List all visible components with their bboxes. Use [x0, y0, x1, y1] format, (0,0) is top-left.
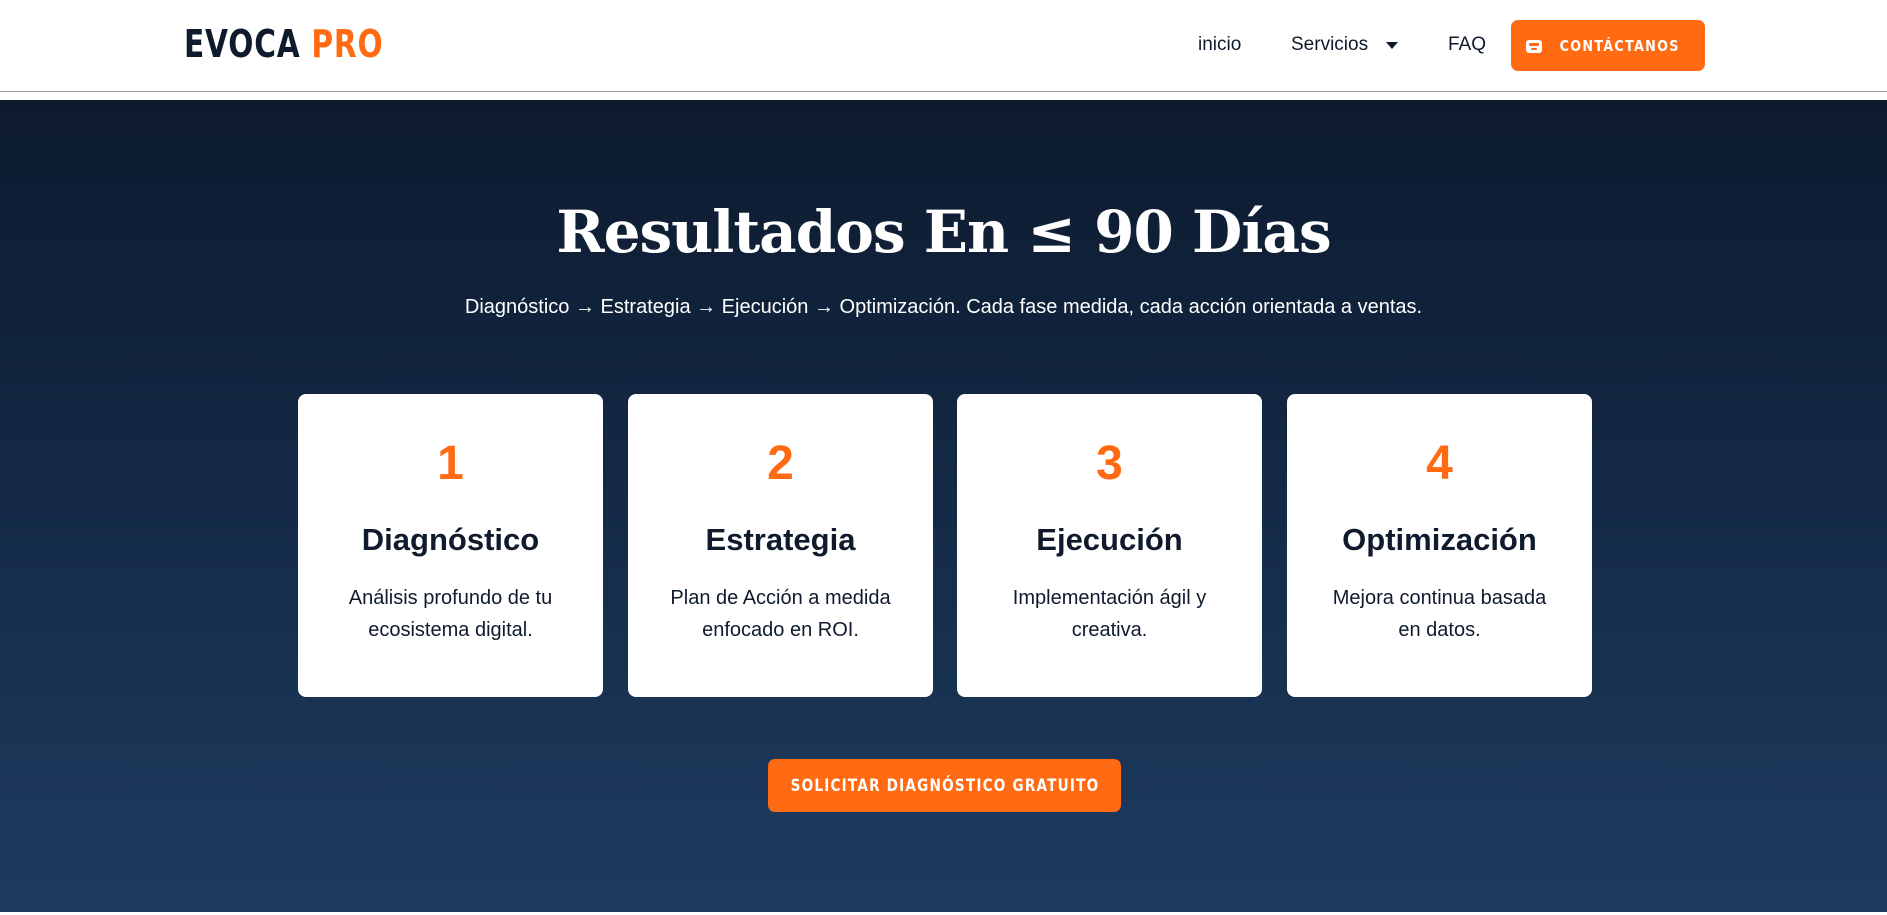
step-title: Ejecución — [1036, 522, 1183, 557]
step-number: 4 — [1426, 437, 1453, 490]
hero-title: Resultados En ≤ 90 Días — [556, 198, 1331, 266]
nav-link-servicios[interactable]: Servicios — [1291, 34, 1399, 56]
logo-text-primary: EVOCA — [184, 22, 301, 66]
contact-button-label: CONTÁCTANOS — [1559, 36, 1681, 55]
site-header: EVOCA PRO inicio Servicios FAQ CONTÁCTAN… — [0, 0, 1887, 92]
results-hero-section: Resultados En ≤ 90 Días Diagnóstico → Es… — [0, 100, 1887, 912]
logo-text-accent: PRO — [311, 22, 384, 66]
step-description: Plan de Acción a medida enfocado en ROI. — [670, 587, 891, 641]
step-number: 1 — [437, 437, 464, 490]
steps-grid: 1 Diagnóstico Análisis profundo de tu ec… — [298, 394, 1592, 697]
step-title: Diagnóstico — [361, 522, 540, 557]
nav-link-inicio[interactable]: inicio — [1198, 34, 1241, 56]
contact-button[interactable]: CONTÁCTANOS — [1511, 20, 1705, 71]
nav-link-faq[interactable]: FAQ — [1448, 34, 1486, 56]
chevron-down-icon — [1386, 41, 1399, 49]
step-card: 2 Estrategia Plan de Acción a medida enf… — [628, 394, 933, 697]
step-title: Estrategia — [705, 522, 856, 557]
step-description: Implementación ágil y creativa. — [1012, 587, 1207, 641]
hero-subtitle: Diagnóstico → Estrategia → Ejecución → O… — [464, 296, 1423, 318]
request-diagnosis-button[interactable]: SOLICITAR DIAGNÓSTICO GRATUITO — [768, 759, 1121, 812]
request-diagnosis-button-label: SOLICITAR DIAGNÓSTICO GRATUITO — [790, 775, 1099, 796]
step-number: 2 — [767, 437, 794, 490]
step-card: 3 Ejecución Implementación ágil y creati… — [957, 394, 1262, 697]
step-card: 1 Diagnóstico Análisis profundo de tu ec… — [298, 394, 603, 697]
mailbox-icon — [1525, 37, 1543, 55]
step-description: Análisis profundo de tu ecosistema digit… — [348, 587, 553, 641]
brand-logo[interactable]: EVOCA PRO — [184, 20, 383, 68]
step-card: 4 Optimización Mejora continua basada en… — [1287, 394, 1592, 697]
step-description: Mejora continua basada en datos. — [1332, 587, 1547, 641]
nav-link-servicios-label: Servicios — [1291, 34, 1369, 55]
step-title: Optimización — [1342, 522, 1537, 557]
step-number: 3 — [1096, 437, 1123, 490]
